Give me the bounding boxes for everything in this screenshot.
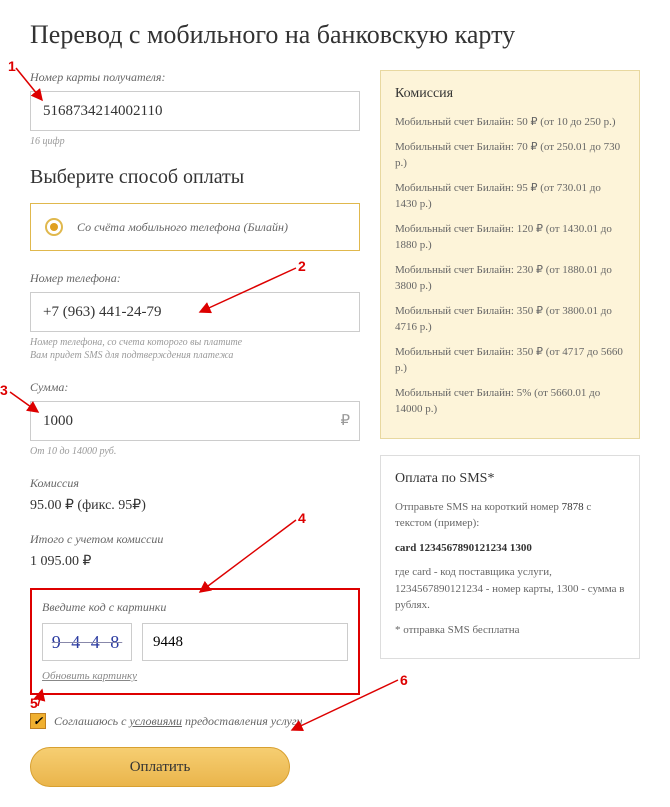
agree-row[interactable]: ✓ Соглашаюсь с условиями предоставления …	[30, 713, 360, 729]
sms-example: card 1234567890121234 1300	[395, 540, 625, 557]
commission-item: Мобильный счет Билайн: 230 ₽ (от 1880.01…	[395, 262, 625, 295]
captcha-box: Введите код с картинки 9 4 4 8 Обновить …	[30, 588, 360, 695]
pay-button[interactable]: Оплатить	[30, 747, 290, 787]
card-label: Номер карты получателя:	[30, 70, 360, 85]
commission-item: Мобильный счет Билайн: 120 ₽ (от 1430.01…	[395, 221, 625, 254]
commission-item: Мобильный счет Билайн: 5% (от 5660.01 до…	[395, 385, 625, 418]
commission-label: Комиссия	[30, 476, 360, 491]
amount-input[interactable]	[30, 401, 360, 441]
annotation-6: 6	[400, 672, 408, 688]
phone-input[interactable]	[30, 292, 360, 332]
captcha-input[interactable]	[142, 623, 348, 661]
terms-link[interactable]: условиями	[129, 714, 181, 728]
commission-item: Мобильный счет Билайн: 350 ₽ (от 3800.01…	[395, 303, 625, 336]
commission-value: 95.00 ₽ (фикс. 95₽)	[30, 497, 360, 514]
total-value: 1 095.00 ₽	[30, 553, 360, 570]
payment-method-option[interactable]: Со счёта мобильного телефона (Билайн)	[30, 203, 360, 251]
commission-item: Мобильный счет Билайн: 70 ₽ (от 250.01 д…	[395, 139, 625, 172]
annotation-2: 2	[298, 258, 306, 274]
captcha-image: 9 4 4 8	[42, 623, 132, 661]
sms-line2: где card - код поставщика услуги, 123456…	[395, 564, 625, 614]
amount-hint: От 10 до 14000 руб.	[30, 445, 360, 458]
sms-box: Оплата по SMS* Отправьте SMS на короткий…	[380, 455, 640, 660]
sms-box-title: Оплата по SMS*	[395, 468, 625, 489]
commission-item: Мобильный счет Билайн: 350 ₽ (от 4717 до…	[395, 344, 625, 377]
annotation-5: 5	[30, 695, 38, 711]
captcha-label: Введите код с картинки	[42, 600, 348, 615]
total-label: Итого с учетом комиссии	[30, 532, 360, 547]
captcha-refresh-link[interactable]: Обновить картинку	[42, 670, 137, 682]
commission-item: Мобильный счет Билайн: 95 ₽ (от 730.01 д…	[395, 180, 625, 213]
agree-text: Соглашаюсь с условиями предоставления ус…	[54, 714, 303, 729]
card-hint: 16 цифр	[30, 135, 360, 148]
payment-method-label: Со счёта мобильного телефона (Билайн)	[77, 220, 288, 235]
sms-line3: * отправка SMS бесплатна	[395, 622, 625, 639]
page-title: Перевод с мобильного на банковскую карту	[30, 20, 640, 50]
commission-box-title: Комиссия	[395, 83, 625, 104]
payment-method-title: Выберите способ оплаты	[30, 166, 360, 189]
annotation-3: 3	[0, 382, 8, 398]
annotation-4: 4	[298, 510, 306, 526]
currency-symbol: ₽	[340, 411, 350, 430]
annotation-1: 1	[8, 58, 16, 74]
agree-checkbox[interactable]: ✓	[30, 713, 46, 729]
amount-label: Сумма:	[30, 380, 360, 395]
commission-item: Мобильный счет Билайн: 50 ₽ (от 10 до 25…	[395, 114, 625, 131]
commission-box: Комиссия Мобильный счет Билайн: 50 ₽ (от…	[380, 70, 640, 439]
sms-line1: Отправьте SMS на короткий номер 7878 с т…	[395, 499, 625, 532]
phone-hint: Номер телефона, со счета которого вы пла…	[30, 336, 360, 362]
radio-icon	[45, 218, 63, 236]
card-input[interactable]	[30, 91, 360, 131]
phone-label: Номер телефона:	[30, 271, 360, 286]
